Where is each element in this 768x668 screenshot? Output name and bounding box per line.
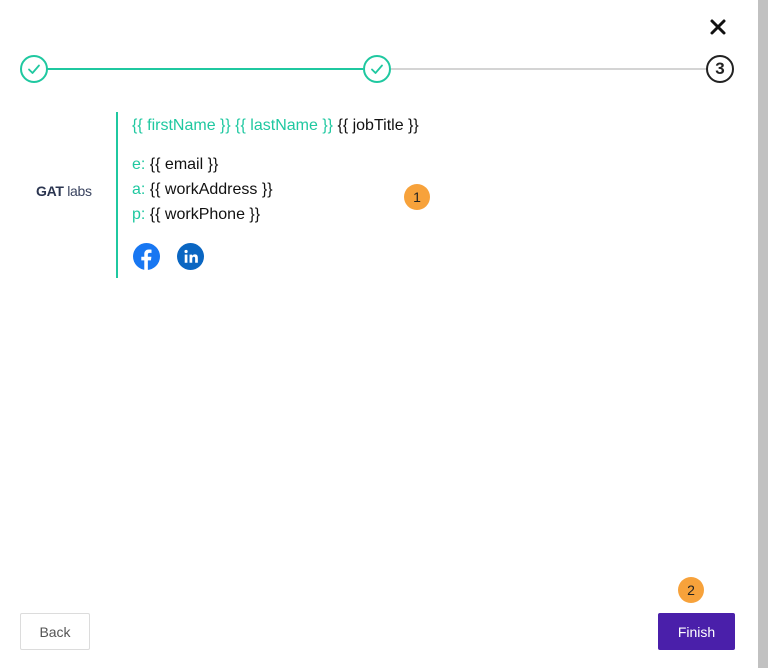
linkedin-icon[interactable]	[177, 243, 204, 270]
stepper-line-completed	[47, 68, 363, 70]
signature-email-line: e: {{ email }}	[132, 156, 218, 174]
signature-phone-line: p: {{ workPhone }}	[132, 206, 260, 224]
step-3-current: 3	[706, 55, 734, 83]
signature-divider	[116, 112, 118, 278]
email-label: e:	[132, 156, 146, 173]
facebook-icon[interactable]	[133, 243, 160, 270]
address-placeholder: {{ workAddress }}	[149, 181, 273, 198]
email-placeholder: {{ email }}	[149, 156, 219, 173]
job-title-placeholder: {{ jobTitle }}	[337, 117, 419, 134]
check-icon	[371, 64, 383, 74]
signature-name-line: {{ firstName }} {{ lastName }} {{ jobTit…	[132, 117, 419, 135]
close-button[interactable]	[703, 12, 733, 42]
finish-button[interactable]: Finish	[658, 613, 735, 650]
logo-sub-text: labs	[67, 183, 92, 199]
step-1-complete	[20, 55, 48, 83]
back-button[interactable]: Back	[20, 613, 90, 650]
step-2-complete	[363, 55, 391, 83]
gat-labs-logo: GAT labs	[36, 183, 92, 199]
phone-label: p:	[132, 206, 146, 223]
check-icon	[28, 64, 40, 74]
address-label: a:	[132, 181, 146, 198]
step-3-number: 3	[715, 59, 725, 78]
annotation-badge-2: 2	[678, 577, 704, 603]
signature-address-line: a: {{ workAddress }}	[132, 181, 273, 199]
last-name-placeholder: {{ lastName }}	[235, 117, 334, 134]
scrollbar-track[interactable]	[758, 0, 768, 668]
phone-placeholder: {{ workPhone }}	[149, 206, 261, 223]
first-name-placeholder: {{ firstName }}	[132, 117, 231, 134]
stepper-line-pending	[391, 68, 707, 70]
annotation-badge-1: 1	[404, 184, 430, 210]
logo-main-text: GAT	[36, 183, 64, 199]
close-icon	[710, 19, 726, 35]
